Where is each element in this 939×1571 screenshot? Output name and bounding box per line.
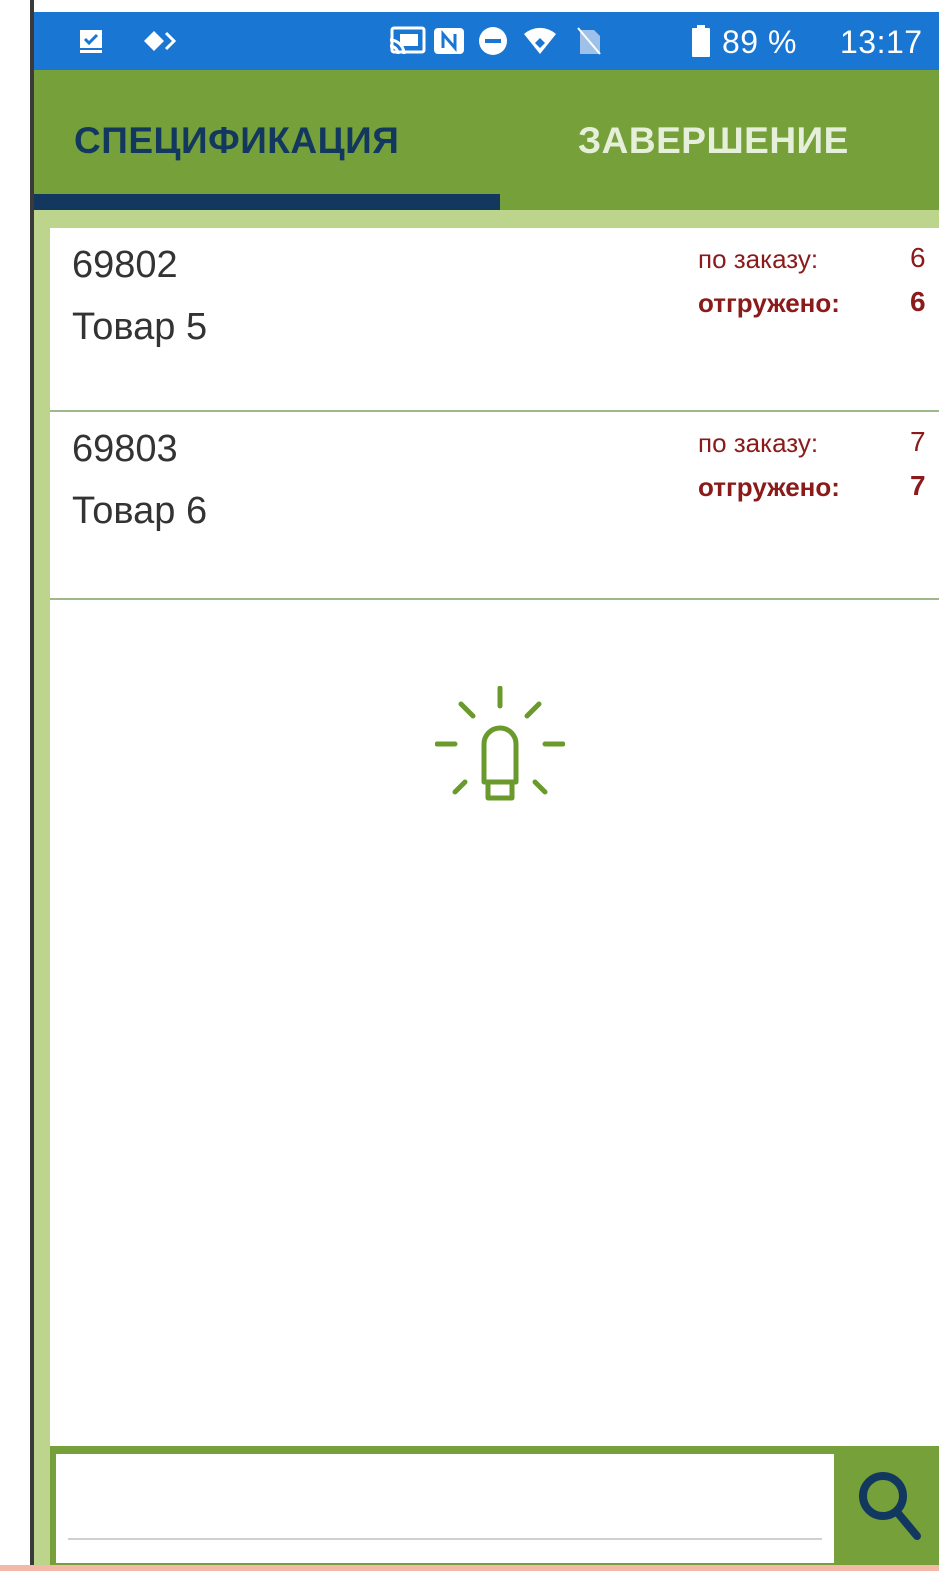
items-panel: 69802 Товар 5 по заказу: 6 отгружено: 6 … <box>50 228 939 1571</box>
list-item[interactable]: 69803 Товар 6 по заказу: 7 отгружено: 7 <box>50 412 939 600</box>
ordered-qty: 7 <box>910 426 926 457</box>
app-screen: 89 % 13:17 СПЕЦИФИКАЦИЯ ЗАВЕРШЕНИЕ 69802… <box>0 0 939 1571</box>
shipped-qty: 6 <box>910 286 926 317</box>
bottom-edge <box>0 1565 939 1571</box>
item-code: 69802 <box>72 244 178 286</box>
shipped-label: отгружено: <box>698 472 840 502</box>
light-bulb-icon <box>434 685 566 816</box>
battery-percentage: 89 % <box>722 24 797 60</box>
tab-completion[interactable]: ЗАВЕРШЕНИЕ <box>578 120 849 162</box>
tab-bar: СПЕЦИФИКАЦИЯ ЗАВЕРШЕНИЕ <box>34 70 939 210</box>
item-name: Товар 6 <box>72 490 208 532</box>
item-name: Товар 5 <box>72 306 208 348</box>
search-bar <box>50 1446 939 1571</box>
battery-icon <box>690 25 712 57</box>
active-tab-indicator <box>34 194 500 210</box>
nfc-icon <box>432 27 466 55</box>
search-input-underline <box>68 1538 822 1540</box>
shipped-qty: 7 <box>910 470 926 501</box>
status-time: 13:17 <box>840 24 923 60</box>
cast-icon <box>388 26 426 55</box>
status-bar: 89 % 13:17 <box>34 12 939 70</box>
content-area: 69802 Товар 5 по заказу: 6 отгружено: 6 … <box>34 210 939 1571</box>
no-sim-icon <box>576 27 602 55</box>
tab-specification[interactable]: СПЕЦИФИКАЦИЯ <box>74 120 399 162</box>
item-code: 69803 <box>72 428 178 470</box>
do-not-disturb-icon <box>476 27 510 55</box>
ordered-label: по заказу: <box>698 428 819 458</box>
ordered-label: по заказу: <box>698 244 819 274</box>
search-button[interactable] <box>840 1446 939 1571</box>
wifi-icon <box>522 27 558 55</box>
left-edge <box>0 0 34 1571</box>
diamond-notification-icon <box>142 27 176 55</box>
search-icon <box>855 1466 925 1551</box>
checkbox-notification-icon <box>78 27 104 55</box>
list-item[interactable]: 69802 Товар 5 по заказу: 6 отгружено: 6 <box>50 228 939 412</box>
shipped-label: отгружено: <box>698 288 840 318</box>
ordered-qty: 6 <box>910 242 926 273</box>
search-input[interactable] <box>56 1454 834 1563</box>
